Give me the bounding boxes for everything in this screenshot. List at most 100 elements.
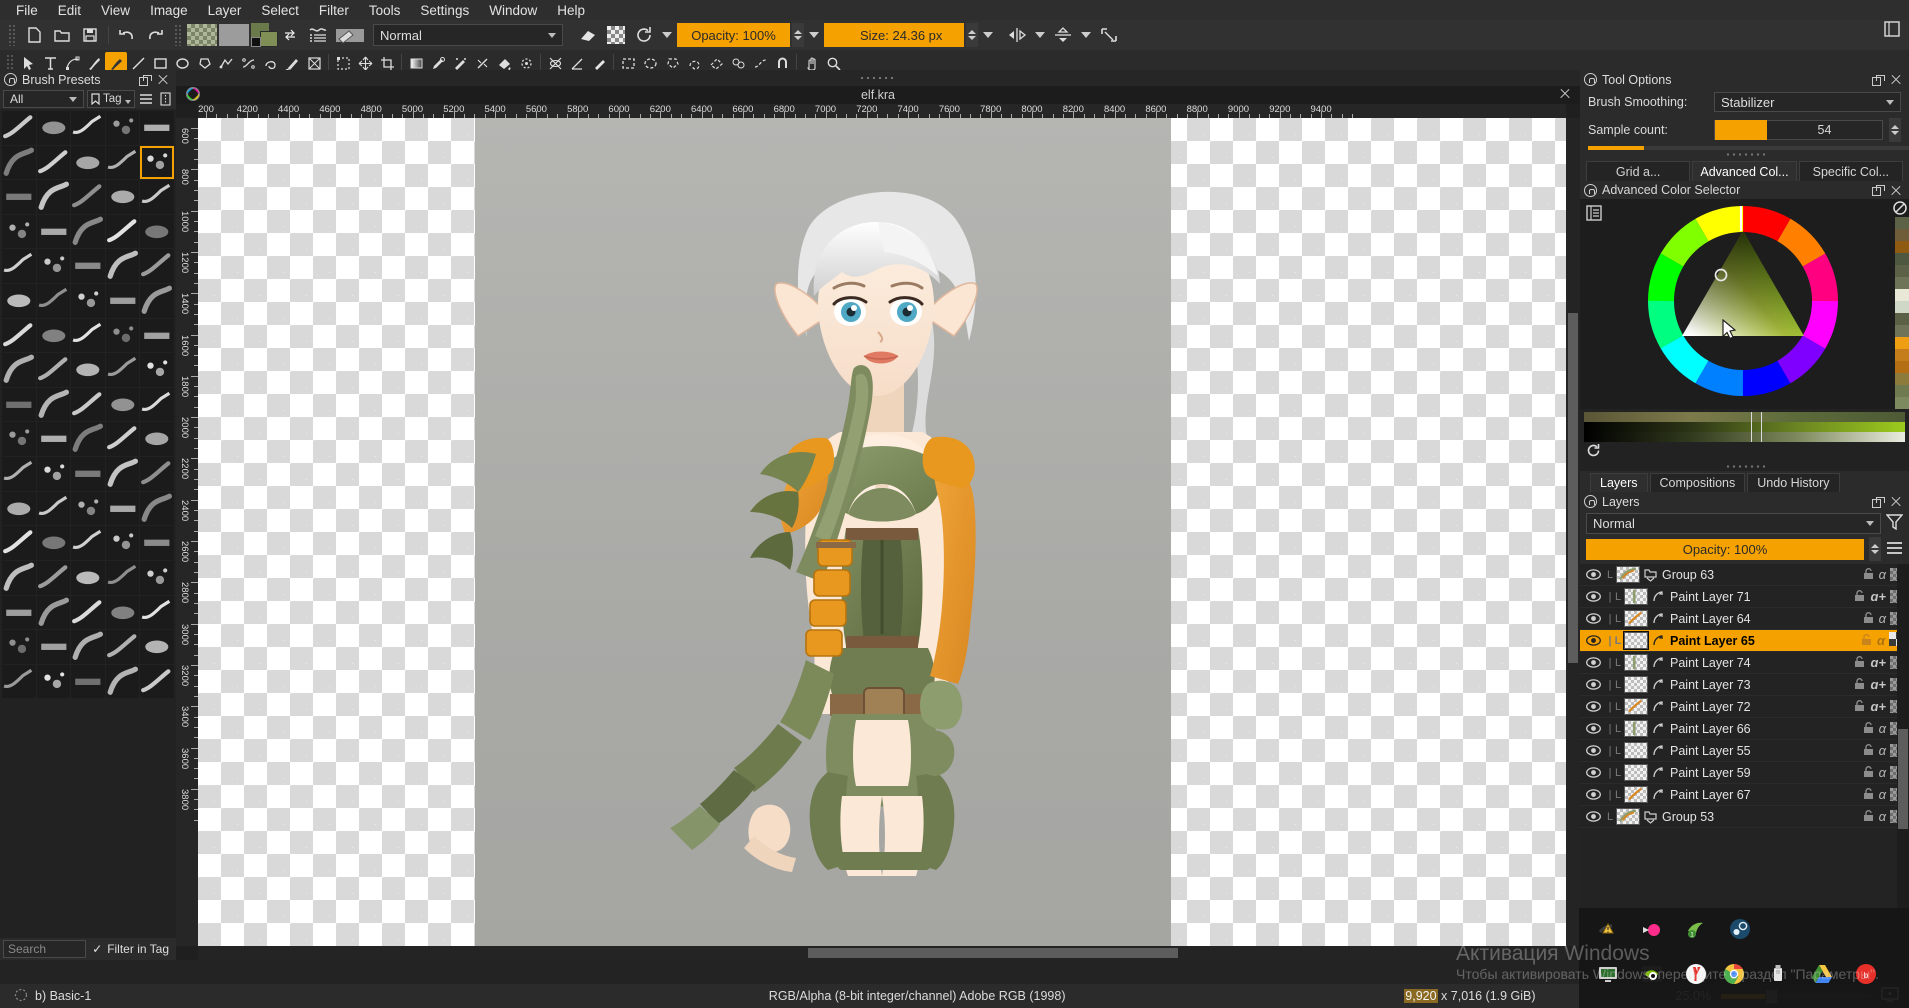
brush-preset-item[interactable]	[36, 595, 71, 630]
layer-name[interactable]: Group 53	[1658, 810, 1862, 824]
brush-preset-item[interactable]	[2, 318, 36, 353]
color-history-swatch[interactable]	[1895, 289, 1909, 301]
lock-icon[interactable]	[1584, 495, 1597, 508]
brush-preset-item[interactable]	[105, 284, 140, 318]
tab-advanced-color-selector[interactable]: Advanced Col...	[1692, 161, 1797, 181]
brush-preset-item[interactable]	[140, 111, 174, 145]
inherit-alpha-icon[interactable]: ɑ+	[1870, 699, 1886, 714]
visibility-eye-icon[interactable]	[1580, 789, 1606, 800]
visibility-eye-icon[interactable]	[1580, 811, 1606, 822]
brush-preset-item[interactable]	[140, 595, 174, 630]
alpha-lock-icon[interactable]: α	[1879, 765, 1886, 780]
tab-compositions[interactable]: Compositions	[1649, 473, 1746, 492]
brush-preset-item[interactable]	[2, 180, 36, 214]
menu-item-view[interactable]: View	[91, 1, 140, 20]
layer-name[interactable]: Paint Layer 67	[1666, 788, 1862, 802]
brush-preset-item[interactable]	[105, 318, 140, 353]
warning-icon[interactable]	[1597, 918, 1619, 940]
menu-item-image[interactable]: Image	[140, 1, 198, 20]
layer-name[interactable]: Paint Layer 74	[1666, 656, 1853, 670]
visibility-eye-icon[interactable]	[1580, 701, 1606, 712]
brush-preset-item[interactable]	[140, 318, 174, 353]
toolbar-grip[interactable]	[8, 24, 15, 46]
close-icon[interactable]	[157, 74, 168, 85]
brush-preset-item[interactable]	[71, 214, 105, 249]
brush-preset-item[interactable]	[2, 422, 36, 457]
selector-settings-icon[interactable]	[1586, 205, 1602, 224]
brush-preset-item[interactable]	[140, 145, 174, 180]
brush-preset-item[interactable]	[36, 214, 71, 249]
preset-settings-icon[interactable]	[157, 90, 173, 108]
brush-preset-item[interactable]	[2, 526, 36, 560]
brush-preset-item[interactable]	[36, 630, 71, 664]
brush-preset-item[interactable]	[105, 526, 140, 560]
brush-preset-item[interactable]	[2, 249, 36, 284]
save-icon[interactable]	[77, 22, 103, 48]
blend-mode-combo[interactable]: Normal	[373, 24, 563, 46]
brush-preset-item[interactable]	[140, 214, 174, 249]
yandex-icon[interactable]	[1685, 963, 1707, 985]
brush-preset-item[interactable]	[105, 111, 140, 145]
layer-thumbnail[interactable]	[1624, 610, 1648, 627]
brush-preset-item[interactable]	[2, 664, 36, 699]
search-input[interactable]: Search	[3, 940, 87, 958]
opacity-spinner[interactable]	[792, 23, 804, 47]
brush-preset-item[interactable]	[140, 560, 174, 595]
visibility-eye-icon[interactable]	[1580, 613, 1606, 624]
layer-name[interactable]: Paint Layer 72	[1666, 700, 1853, 714]
tab-layers[interactable]: Layers	[1590, 473, 1648, 492]
brush-preset-item[interactable]	[2, 353, 36, 387]
shade-bar-1[interactable]	[1584, 412, 1905, 422]
sample-count-slider[interactable]: 54	[1714, 120, 1883, 140]
size-field[interactable]: Size: 24.36 px	[824, 23, 964, 47]
float-panel-icon[interactable]	[1872, 185, 1885, 196]
nvidia-icon[interactable]	[1641, 963, 1663, 985]
lock-icon[interactable]	[1584, 183, 1597, 197]
menu-item-edit[interactable]: Edit	[48, 1, 91, 20]
table-row[interactable]: | L Paint Layer 65 α	[1580, 630, 1909, 652]
opacity-dropdown-icon[interactable]	[806, 23, 822, 47]
layer-name[interactable]: Paint Layer 66	[1666, 722, 1862, 736]
brush-preset-icon[interactable]	[333, 22, 367, 48]
visibility-eye-icon[interactable]	[1580, 635, 1606, 646]
mirror-v-dropdown-icon[interactable]	[1078, 23, 1094, 47]
wrap-around-icon[interactable]	[1096, 22, 1122, 48]
layer-thumbnail[interactable]	[1616, 566, 1640, 583]
brush-preset-item[interactable]	[71, 664, 105, 699]
brush-preset-item[interactable]	[105, 630, 140, 664]
table-row[interactable]: L Group 53 α	[1580, 806, 1909, 828]
visibility-eye-icon[interactable]	[1580, 569, 1606, 580]
chrome-icon[interactable]	[1723, 963, 1745, 985]
brush-preset-item[interactable]	[71, 526, 105, 560]
color-history-swatch[interactable]	[1895, 397, 1909, 409]
brush-preset-item[interactable]	[2, 595, 36, 630]
lock-layer-icon[interactable]	[1853, 699, 1866, 715]
brush-preset-item[interactable]	[105, 353, 140, 387]
lock-layer-icon[interactable]	[1860, 633, 1873, 649]
preset-list-view-icon[interactable]	[138, 90, 154, 108]
monitor-icon[interactable]	[1597, 963, 1619, 985]
table-row[interactable]: | L Paint Layer 71 ɑ+	[1580, 586, 1909, 608]
color-history-swatch[interactable]	[1895, 229, 1909, 241]
lock-layer-icon[interactable]	[1862, 809, 1875, 825]
brush-preset-item[interactable]	[2, 630, 36, 664]
layer-name[interactable]: Paint Layer 65	[1666, 634, 1860, 648]
color-wheel-area[interactable]	[1580, 199, 1909, 409]
layer-thumbnail[interactable]	[1624, 654, 1648, 671]
refresh-icon[interactable]	[1586, 443, 1601, 461]
layer-opacity-spinner[interactable]	[1869, 537, 1881, 561]
table-row[interactable]: | L Paint Layer 74 ɑ+	[1580, 652, 1909, 674]
no-color-icon[interactable]	[1893, 201, 1907, 218]
visibility-eye-icon[interactable]	[1580, 679, 1606, 690]
brush-preset-item[interactable]	[105, 422, 140, 457]
toolbar-grip-2[interactable]	[174, 24, 181, 46]
color-history-swatch[interactable]	[1895, 349, 1909, 361]
brush-preset-item[interactable]	[36, 664, 71, 699]
canvas-viewport[interactable]	[198, 118, 1566, 946]
brush-preset-item[interactable]	[140, 630, 174, 664]
mirror-horizontal-icon[interactable]	[1004, 22, 1030, 48]
inherit-alpha-icon[interactable]: ɑ+	[1870, 655, 1886, 670]
hamburger-menu-icon[interactable]	[1886, 540, 1903, 559]
open-document-icon[interactable]	[49, 22, 75, 48]
layer-thumbnail[interactable]	[1616, 808, 1640, 825]
